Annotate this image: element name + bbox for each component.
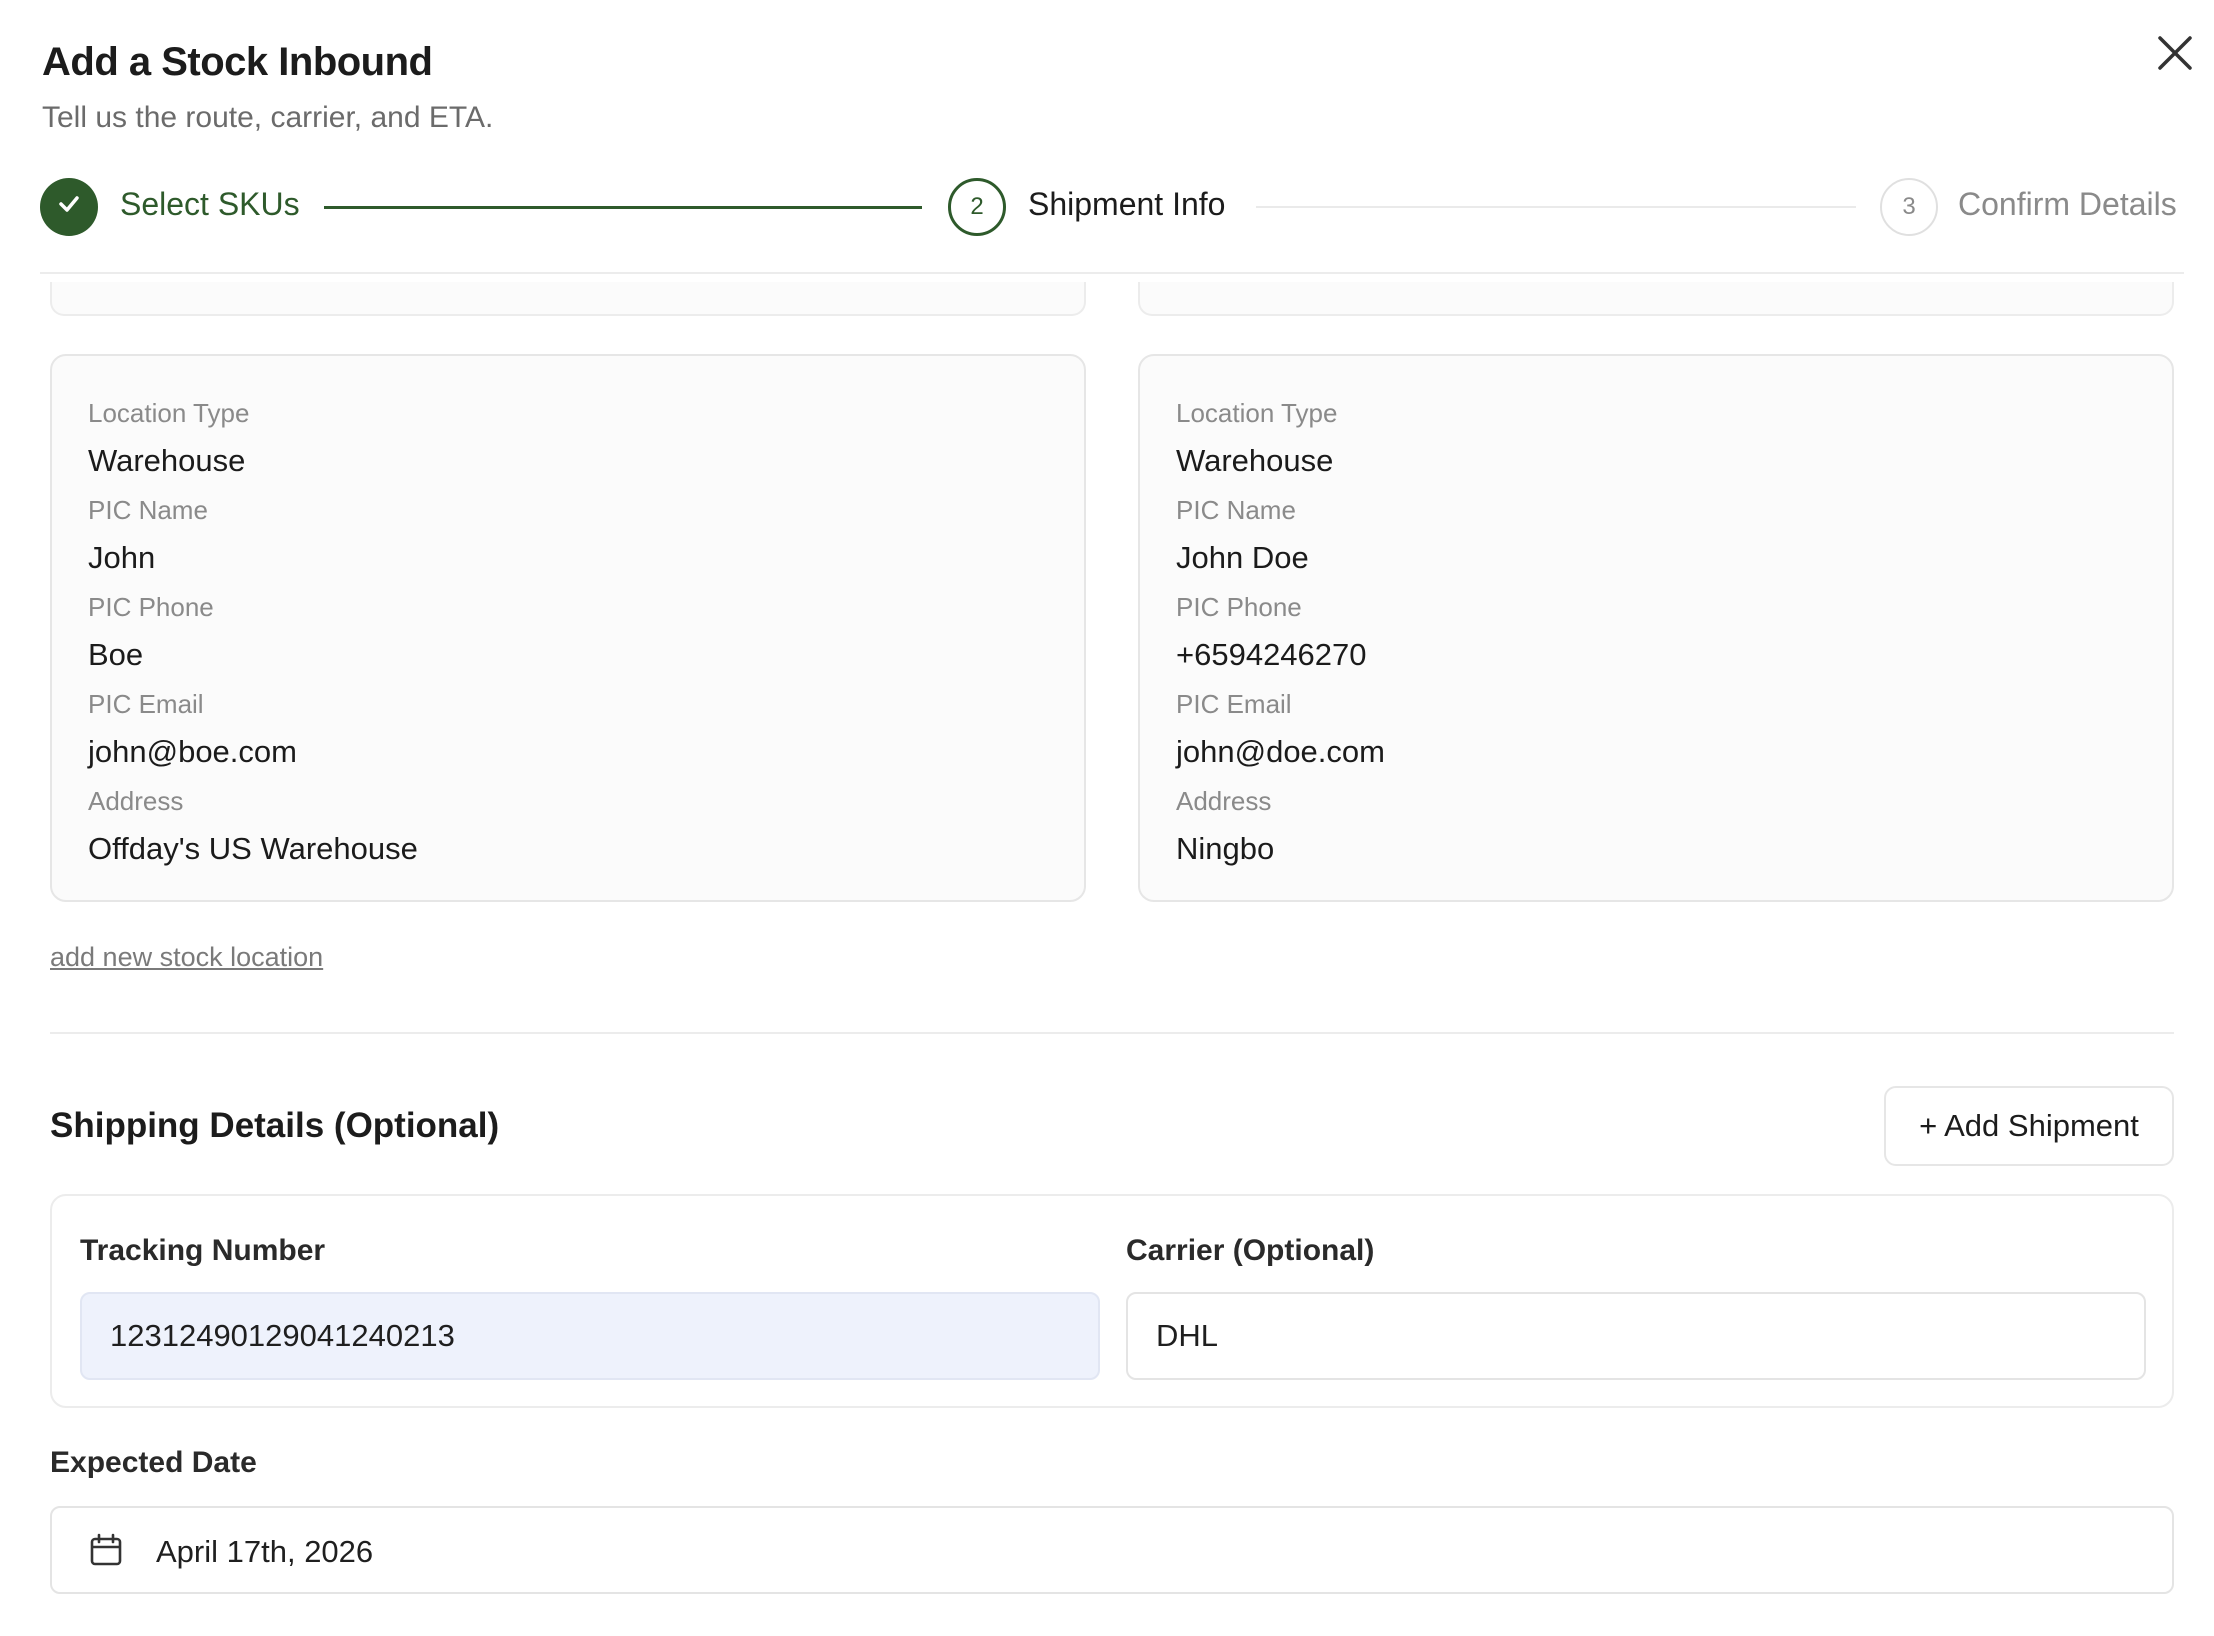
address-label: Address bbox=[88, 786, 184, 816]
step-connector-1 bbox=[324, 206, 922, 209]
address-value: Offday's US Warehouse bbox=[88, 831, 418, 866]
pic-email-label: PIC Email bbox=[1176, 689, 1292, 719]
pic-name-value: John Doe bbox=[1176, 540, 1309, 575]
step-2-active[interactable]: 2 bbox=[948, 178, 1006, 236]
address-value: Ningbo bbox=[1176, 831, 1275, 866]
pic-phone-label: PIC Phone bbox=[1176, 592, 1302, 622]
step-2-label[interactable]: Shipment Info bbox=[1028, 186, 1225, 223]
location-type-label: Location Type bbox=[1176, 398, 1338, 428]
check-icon bbox=[55, 190, 83, 225]
address-label: Address bbox=[1176, 786, 1272, 816]
expected-date-value: April 17th, 2026 bbox=[156, 1534, 374, 1569]
pic-email-value: john@doe.com bbox=[1176, 734, 1385, 769]
step-connector-2 bbox=[1256, 206, 1856, 208]
step-1-label[interactable]: Select SKUs bbox=[120, 186, 300, 223]
shipment-card: Tracking Number Carrier (Optional) bbox=[50, 1194, 2174, 1408]
destination-location-card: Location Type Warehouse PIC Name John Do… bbox=[1138, 354, 2174, 902]
section-divider bbox=[50, 1032, 2174, 1034]
pic-phone-label: PIC Phone bbox=[88, 592, 214, 622]
stepper: Select SKUs 2 Shipment Info 3 Confirm De… bbox=[0, 170, 2214, 244]
step-2-number: 2 bbox=[970, 193, 984, 220]
pic-name-label: PIC Name bbox=[1176, 495, 1296, 525]
pic-name-label: PIC Name bbox=[88, 495, 208, 525]
pic-name-value: John bbox=[88, 540, 156, 575]
expected-date-label: Expected Date bbox=[50, 1446, 257, 1479]
add-new-stock-location-link[interactable]: add new stock location bbox=[50, 942, 323, 973]
pic-phone-value: Boe bbox=[88, 637, 144, 672]
shipping-details-title: Shipping Details (Optional) bbox=[50, 1106, 500, 1145]
carrier-label: Carrier (Optional) bbox=[1126, 1234, 1375, 1267]
expected-date-picker[interactable]: April 17th, 2026 bbox=[50, 1506, 2174, 1594]
location-type-value: Warehouse bbox=[1176, 443, 1334, 478]
step-3-label[interactable]: Confirm Details bbox=[1958, 186, 2177, 223]
location-type-label: Location Type bbox=[88, 398, 250, 428]
pic-phone-value: +6594246270 bbox=[1176, 637, 1367, 672]
close-icon[interactable] bbox=[2152, 30, 2198, 76]
origin-card-top-stub bbox=[50, 282, 1086, 316]
calendar-icon bbox=[88, 1532, 124, 1568]
tracking-number-label: Tracking Number bbox=[80, 1234, 326, 1267]
add-shipment-button[interactable]: + Add Shipment bbox=[1884, 1086, 2174, 1166]
location-type-value: Warehouse bbox=[88, 443, 246, 478]
origin-location-card: Location Type Warehouse PIC Name John PI… bbox=[50, 354, 1086, 902]
dialog-subtitle: Tell us the route, carrier, and ETA. bbox=[42, 101, 494, 134]
stepper-divider bbox=[40, 272, 2184, 274]
pic-email-label: PIC Email bbox=[88, 689, 204, 719]
carrier-input[interactable] bbox=[1126, 1292, 2146, 1380]
add-stock-inbound-dialog: Add a Stock Inbound Tell us the route, c… bbox=[0, 0, 2214, 1636]
step-1-completed[interactable] bbox=[40, 178, 98, 236]
step-3-number: 3 bbox=[1902, 193, 1916, 220]
pic-email-value: john@boe.com bbox=[88, 734, 297, 769]
dialog-title: Add a Stock Inbound bbox=[42, 40, 433, 84]
destination-card-top-stub bbox=[1138, 282, 2174, 316]
step-3-pending[interactable]: 3 bbox=[1880, 178, 1938, 236]
tracking-number-input[interactable] bbox=[80, 1292, 1100, 1380]
